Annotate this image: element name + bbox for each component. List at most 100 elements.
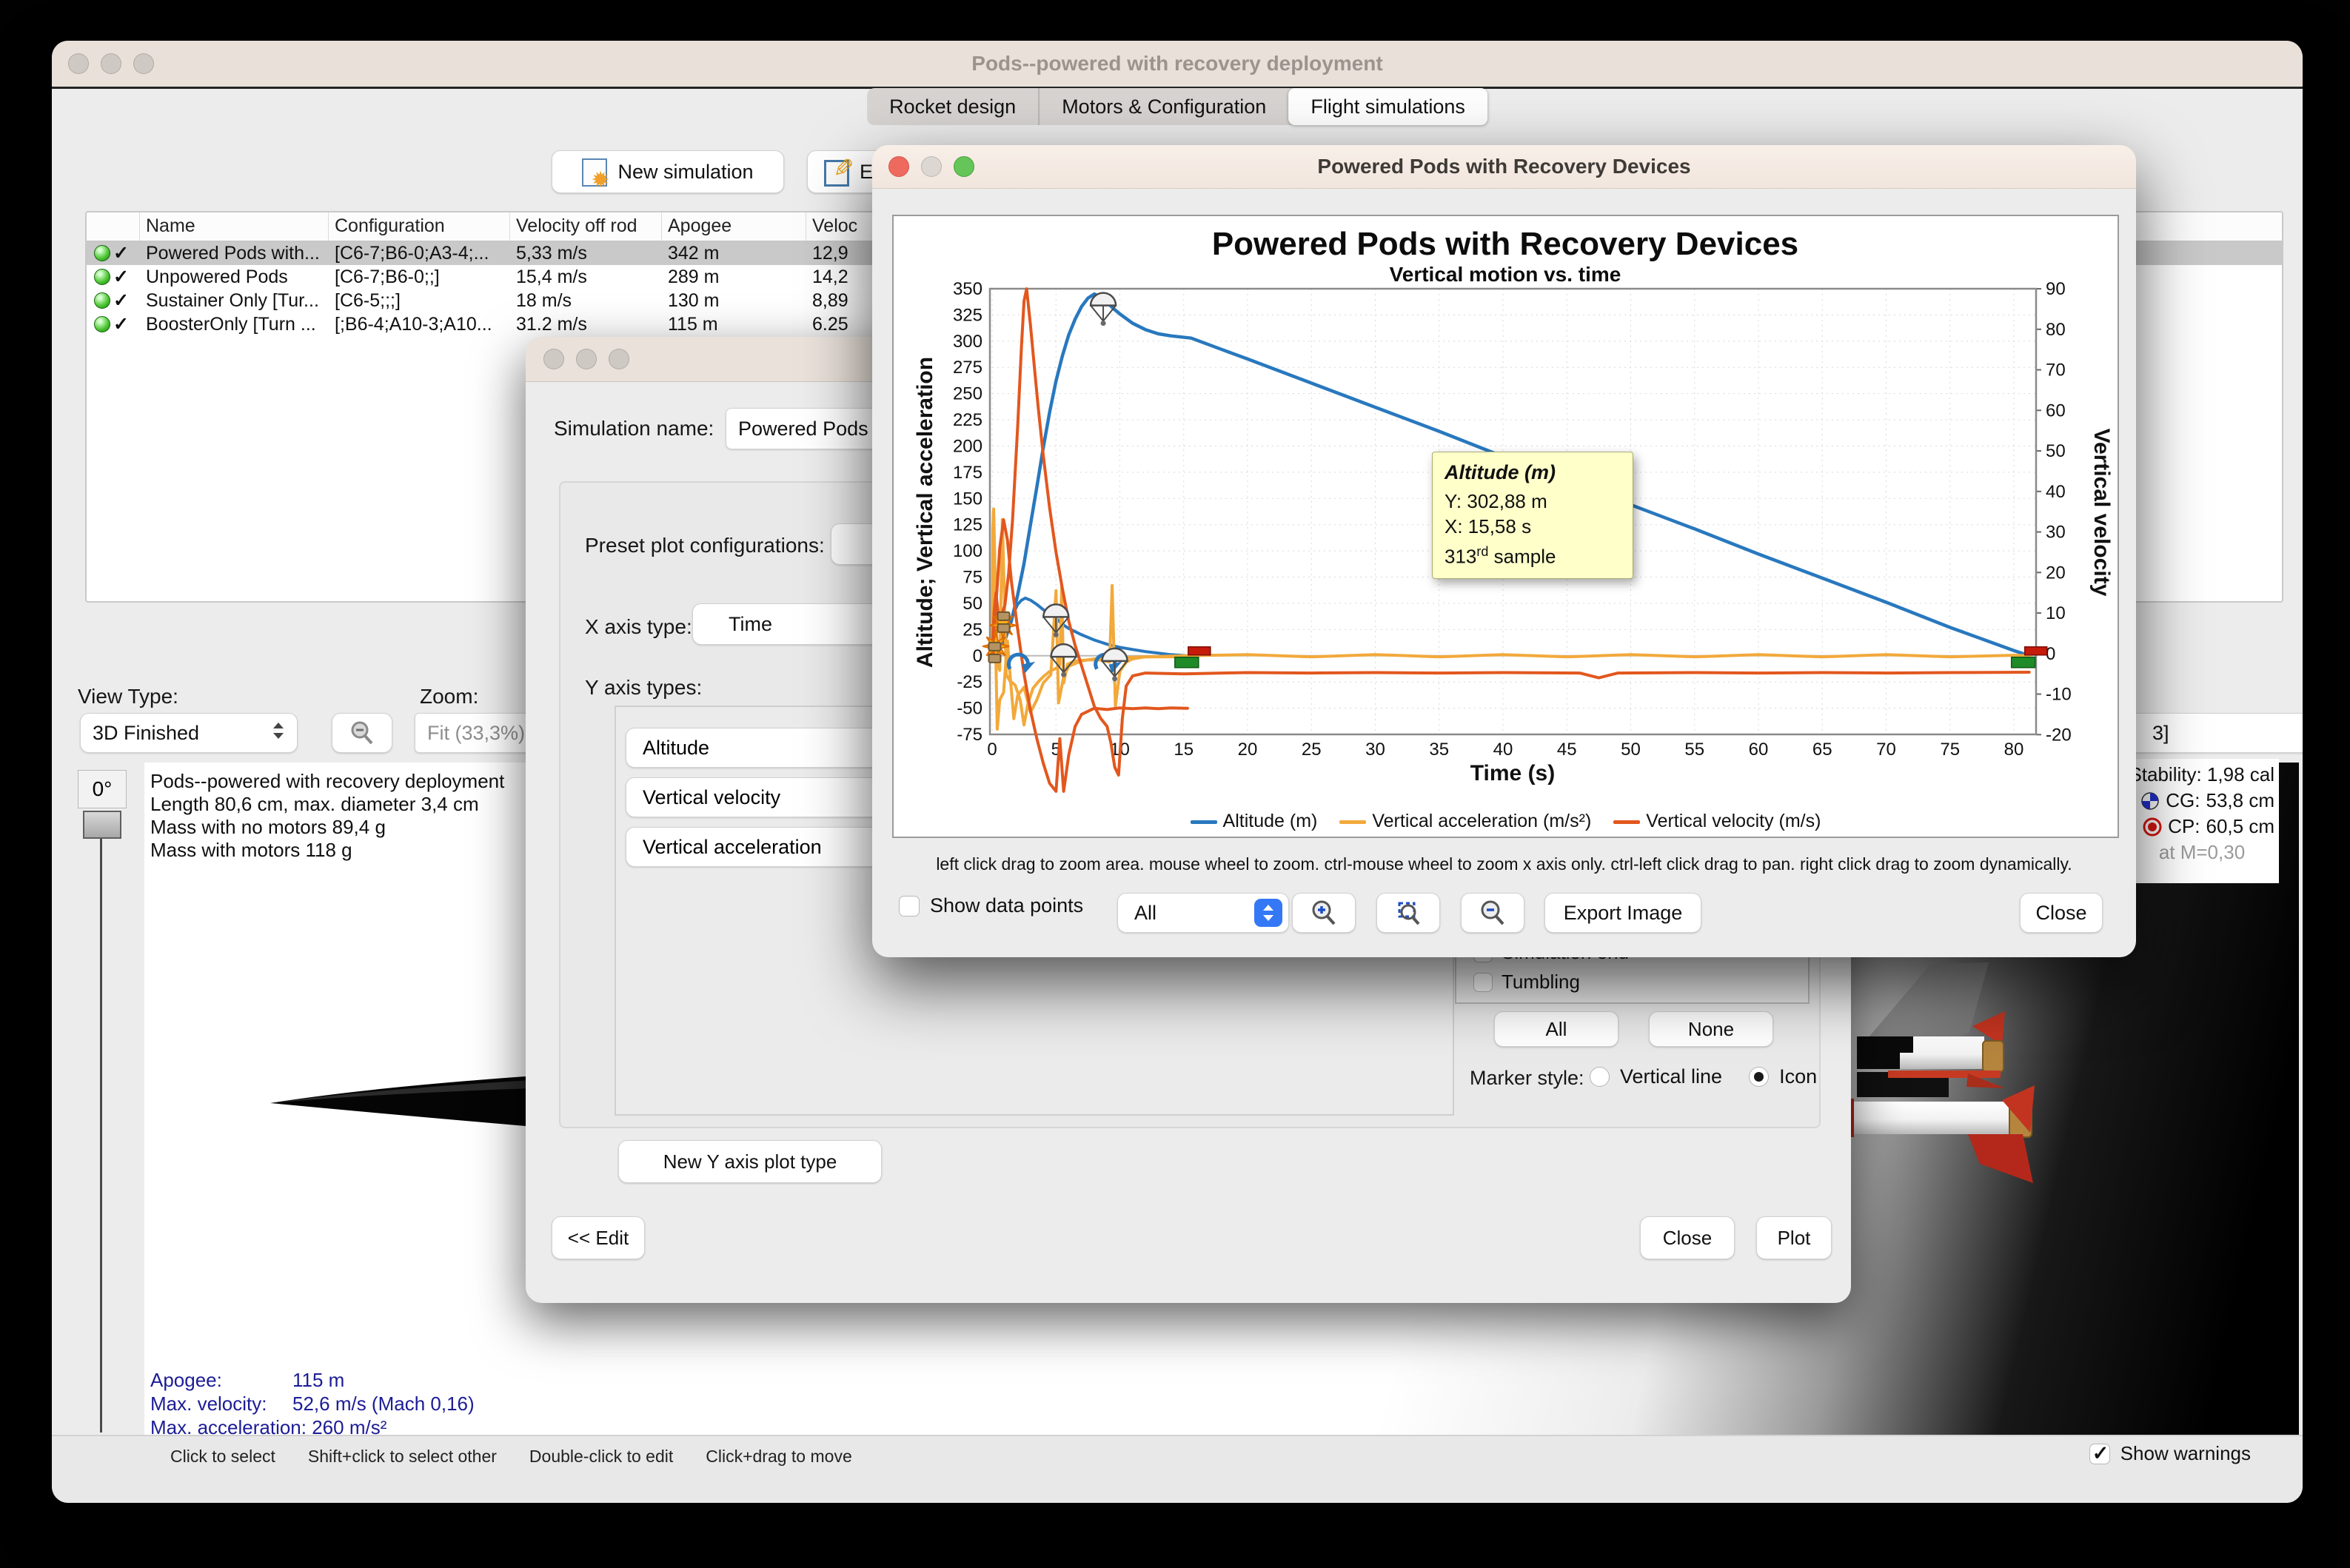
table-cell: [C6-5;;;] bbox=[335, 289, 401, 311]
zoom-out-button[interactable] bbox=[1461, 893, 1524, 933]
preset-label: Preset plot configurations: bbox=[585, 534, 825, 557]
x-axis-type-value: Time bbox=[729, 612, 772, 635]
svg-text:80: 80 bbox=[2046, 320, 2066, 340]
table-cell: [;B6-4;A10-3;A10... bbox=[335, 313, 492, 335]
table-cell: 31.2 m/s bbox=[516, 313, 587, 335]
zoom-reset-button[interactable] bbox=[1376, 893, 1440, 933]
svg-text:15: 15 bbox=[1174, 740, 1194, 760]
tab-motors-configuration[interactable]: Motors & Configuration bbox=[1038, 88, 1288, 125]
rotation-slider-handle[interactable] bbox=[83, 811, 121, 839]
plot-close-button[interactable]: Close bbox=[2020, 893, 2103, 933]
status-bar: Click to select Shift+click to select oth… bbox=[52, 1435, 2303, 1503]
tooltip-sample: 313rd sample bbox=[1445, 544, 1556, 568]
svg-text:35: 35 bbox=[1429, 740, 1449, 760]
plot-button-label: Plot bbox=[1777, 1226, 1811, 1249]
plot-close-label: Close bbox=[2035, 901, 2087, 924]
column-header[interactable] bbox=[87, 212, 140, 241]
view-type-value: 3D Finished bbox=[93, 721, 200, 744]
svg-text:100: 100 bbox=[953, 541, 982, 561]
rotation-angle-field[interactable]: 0° bbox=[78, 770, 127, 808]
zoom-in-button[interactable] bbox=[1292, 893, 1356, 933]
select-all-events-button[interactable]: All bbox=[1494, 1011, 1618, 1047]
select-none-events-button[interactable]: None bbox=[1649, 1011, 1773, 1047]
status-ok-icon bbox=[94, 269, 110, 285]
all-button-label: All bbox=[1545, 1017, 1567, 1040]
marker-style-radio-icon[interactable] bbox=[1749, 1067, 1770, 1087]
cp-label: CP: bbox=[2168, 815, 2200, 837]
cp-value: 60,5 cm bbox=[2206, 815, 2275, 837]
parachute-icon bbox=[1089, 292, 1117, 326]
svg-text:-50: -50 bbox=[957, 699, 982, 719]
plot-button[interactable]: Plot bbox=[1756, 1216, 1832, 1259]
legend-item: Vertical acceleration (m/s²) bbox=[1339, 811, 1591, 832]
rocket-info-line: Mass with no motors 89,4 g bbox=[150, 816, 386, 838]
svg-text:30: 30 bbox=[1365, 740, 1385, 760]
y-axis-type-vertical-acceleration[interactable]: Vertical acceleration bbox=[626, 827, 901, 867]
svg-text:325: 325 bbox=[953, 305, 982, 325]
checkmark-icon: ✓ bbox=[113, 267, 129, 287]
maximize-icon[interactable] bbox=[609, 349, 629, 369]
y-axis-type-vertical-velocity[interactable]: Vertical velocity bbox=[626, 777, 901, 817]
table-cell: 130 m bbox=[668, 289, 720, 311]
status-hint: Click to select bbox=[170, 1447, 275, 1466]
svg-text:300: 300 bbox=[953, 332, 982, 352]
tab-rocket-design[interactable]: Rocket design bbox=[867, 88, 1038, 125]
branch-select[interactable]: All bbox=[1117, 893, 1289, 933]
show-data-points-checkbox[interactable] bbox=[899, 895, 920, 917]
simulation-name-label: Simulation name: bbox=[554, 417, 714, 440]
column-header[interactable]: Velocity off rod bbox=[510, 212, 662, 241]
y-axis-type-altitude[interactable]: Altitude bbox=[626, 728, 901, 768]
show-data-points-label: Show data points bbox=[930, 894, 1084, 917]
event-label: Tumbling bbox=[1502, 971, 1580, 993]
tooltip-x: X: 15,58 s bbox=[1445, 515, 1532, 537]
plot-help-text: left click drag to zoom area. mouse whee… bbox=[936, 854, 2072, 874]
column-header[interactable]: Configuration bbox=[329, 212, 510, 241]
apogee-value: 115 m bbox=[292, 1369, 345, 1391]
rotation-slider-track[interactable] bbox=[100, 837, 102, 1433]
zoom-out-view-button[interactable] bbox=[332, 713, 392, 753]
column-header[interactable]: Apogee bbox=[662, 212, 806, 241]
cp-icon bbox=[2143, 817, 2162, 836]
branch-select-value: All bbox=[1134, 901, 1157, 924]
svg-text:60: 60 bbox=[1749, 740, 1769, 760]
parachute-icon bbox=[1042, 603, 1070, 637]
table-cell: 342 m bbox=[668, 242, 720, 264]
svg-text:50: 50 bbox=[2046, 441, 2066, 461]
marker-style-label: Marker style: bbox=[1470, 1067, 1584, 1089]
flight-stats: Apogee: 115 m Max. velocity: 52,6 m/s (Mac… bbox=[150, 1368, 475, 1435]
export-image-label: Export Image bbox=[1563, 901, 1683, 924]
show-warnings-checkbox[interactable] bbox=[2089, 1442, 2110, 1465]
table-cell: [C6-7;B6-0;;] bbox=[335, 266, 440, 287]
svg-text:90: 90 bbox=[2046, 279, 2066, 299]
close-icon[interactable] bbox=[543, 349, 564, 369]
view-type-select[interactable]: 3D Finished bbox=[80, 713, 298, 753]
x-axis-type-label: X axis type: bbox=[585, 615, 692, 638]
svg-text:200: 200 bbox=[953, 436, 982, 456]
stability-panel: Stability: 1,98 cal CG: 53,8 cm CP: 60,5… bbox=[2125, 759, 2279, 883]
status-hint: Shift+click to select other bbox=[307, 1447, 497, 1466]
svg-text:250: 250 bbox=[953, 384, 982, 404]
new-y-axis-button[interactable]: New Y axis plot type bbox=[618, 1140, 882, 1183]
svg-text:0: 0 bbox=[987, 740, 997, 760]
svg-text:20: 20 bbox=[2046, 563, 2066, 583]
chevron-up-down-icon bbox=[1254, 899, 1282, 927]
chart-panel[interactable]: Powered Pods with Recovery Devices Vertic… bbox=[892, 215, 2119, 838]
main-tabs: Rocket design Motors & Configuration Fligh… bbox=[867, 88, 1487, 125]
export-image-button[interactable]: Export Image bbox=[1544, 893, 1701, 933]
svg-text:-20: -20 bbox=[2046, 725, 2072, 745]
tab-flight-simulations[interactable]: Flight simulations bbox=[1288, 88, 1487, 125]
status-ok-icon bbox=[94, 292, 110, 309]
marker-style-radio-vertical-line[interactable] bbox=[1590, 1067, 1610, 1087]
edit-back-button[interactable]: << Edit bbox=[552, 1216, 645, 1259]
y-axis-types-label: Y axis types: bbox=[585, 676, 703, 699]
minimize-icon[interactable] bbox=[576, 349, 597, 369]
max-accel-value: 260 m/s² bbox=[312, 1416, 387, 1435]
mach-note: at M=0,30 bbox=[2158, 841, 2246, 863]
table-cell: [C6-7;B6-0;A3-4;... bbox=[335, 242, 489, 264]
column-header[interactable]: Name bbox=[140, 212, 329, 241]
svg-text:40: 40 bbox=[2046, 482, 2066, 502]
plot-titlebar: Powered Pods with Recovery Devices bbox=[872, 145, 2136, 189]
new-simulation-button[interactable]: ✹ New simulation bbox=[552, 150, 784, 193]
dialog-close-button[interactable]: Close bbox=[1640, 1216, 1735, 1259]
event-checkbox-tumbling[interactable] bbox=[1473, 972, 1493, 992]
